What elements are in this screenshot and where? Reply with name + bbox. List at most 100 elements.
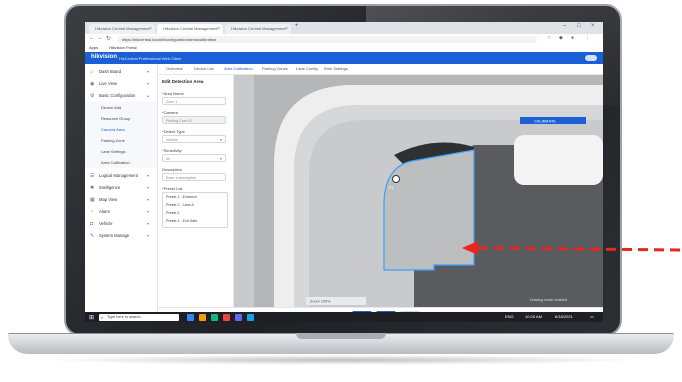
detect-type-select[interactable]: Vehicle ▾ (162, 135, 226, 143)
field-label: *Area Name (162, 91, 184, 96)
edge-icon[interactable] (247, 313, 254, 321)
sidebar-item-alarm[interactable]: ◔ Alarm ▾ (85, 206, 157, 218)
tab-lane-config[interactable]: Lane Config (296, 64, 318, 74)
detect-type-value: Vehicle (166, 138, 178, 142)
browser-tab[interactable]: Hikvision Central Management × (89, 24, 155, 34)
notification-icon[interactable]: ▭ (590, 314, 594, 319)
laptop-screen: Hikvision Central Management × Hikvision… (85, 22, 603, 322)
area-name-input[interactable]: Zone 1 (162, 97, 226, 105)
back-icon[interactable]: ← (89, 35, 95, 41)
close-icon[interactable]: × (149, 24, 152, 34)
calibrate-badge-label: CALIBRATE (534, 119, 556, 124)
detection-area-outline (383, 149, 475, 271)
list-item[interactable]: Preset 3 (166, 211, 179, 215)
tray-time[interactable]: 10:25 AM (525, 314, 542, 319)
browser-tab-label: Hikvision Central Management (231, 26, 286, 31)
wrench-icon: ✎ (90, 233, 95, 239)
tab-device-list[interactable]: Device List (194, 64, 214, 74)
bookmarks-bar: Apps Hikvision Portal (85, 44, 603, 52)
list-item[interactable]: Preset 1 - Entrance (166, 195, 197, 199)
tab-parking-zones[interactable]: Parking Zones (262, 64, 288, 74)
taskbar-search[interactable]: ⌕ Type here to search (99, 313, 179, 321)
sidebar-item-map-view[interactable]: ▦ Map View ▾ (85, 194, 157, 206)
browser-tab-bar: Hikvision Central Management × Hikvision… (85, 22, 603, 34)
tab-area-calibration[interactable]: Area Calibration (224, 64, 253, 74)
bookmark-portal[interactable]: Hikvision Portal (109, 44, 137, 52)
browser-tab[interactable]: Hikvision Central Management × (225, 24, 291, 34)
app-subtitle: HikCentral Professional Web Client (119, 55, 182, 61)
sidebar-subitem-resource-group[interactable]: Resource Group (85, 113, 157, 124)
app-logo[interactable]: hikvision (91, 54, 117, 60)
search-icon: ⌕ (101, 314, 104, 320)
field-label-text: Area Name (163, 91, 184, 96)
sidebar-item-intelligence[interactable]: ✱ Intelligence ▾ (85, 182, 157, 194)
sidebar-item-label: Basic Configuration (99, 93, 136, 98)
extension-icon[interactable]: ◆ (559, 35, 563, 41)
browser-tab-label: Hikvision Central Management (95, 26, 150, 31)
maximize-icon[interactable]: □ (577, 23, 581, 29)
browser-tab-active[interactable]: Hikvision Central Management × (157, 24, 223, 34)
tray-lang[interactable]: ENG (505, 314, 514, 319)
field-label: *Sensitivity (162, 148, 182, 153)
camera-input: Parking Cam 03 (162, 116, 226, 124)
field-label-text: Sensitivity (163, 148, 182, 153)
app-header: hikvision HikCentral Professional Web Cl… (85, 52, 603, 64)
sidebar-subitem-device-add[interactable]: Device Add (85, 102, 157, 113)
calibration-point-label: P1 (389, 185, 395, 190)
minimize-icon[interactable]: – (563, 23, 566, 29)
menu-icon[interactable]: ⋮ (585, 35, 590, 41)
brain-icon: ✱ (90, 185, 95, 191)
sidebar-item-label: Alarm (99, 209, 110, 214)
field-label: *Camera (162, 110, 178, 115)
home-icon: ⌂ (90, 69, 94, 75)
taskbar-search-placeholder: Type here to search (107, 314, 141, 319)
description-input[interactable]: Enter a description (162, 173, 226, 181)
reload-icon[interactable]: ↻ (106, 35, 111, 42)
task-view-icon[interactable] (187, 313, 194, 321)
sidebar-item-live-view[interactable]: ◉ Live View ▾ (85, 78, 157, 90)
url-input[interactable]: https://hikcentral.local/#/configuration… (117, 35, 537, 43)
tray-date[interactable]: 6/18/2021 (555, 314, 573, 319)
close-icon[interactable]: × (285, 24, 288, 34)
sidebar-item-logical-management[interactable]: ☰ Logical Management ▾ (85, 170, 157, 182)
close-icon[interactable]: × (217, 24, 220, 34)
sidebar-subitem-camera-area[interactable]: Camera Area (85, 124, 157, 135)
user-menu[interactable] (585, 55, 597, 61)
windows-start-icon[interactable]: ⊞ (89, 314, 94, 321)
tab-rule-settings[interactable]: Rule Settings (324, 64, 348, 74)
window-close-icon[interactable]: × (591, 23, 595, 29)
chevron-down-icon: ▾ (146, 233, 149, 238)
sidebar-subitem-parking-zone[interactable]: Parking Zone (85, 135, 157, 146)
sidebar-item-system-manage[interactable]: ✎ System Manage ▾ (85, 230, 157, 242)
sidebar-subitem-area-calibration[interactable]: Area Calibration (85, 157, 157, 168)
mail-icon[interactable] (235, 313, 242, 321)
bookmark-apps[interactable]: Apps (89, 44, 98, 52)
sensitivity-select[interactable]: 50 ▾ (162, 154, 226, 162)
sidebar-item-basic-configuration[interactable]: ⚙ Basic Configuration ▴ (85, 90, 157, 102)
browser-app-icon[interactable] (223, 313, 230, 321)
file-explorer-icon[interactable] (199, 313, 206, 321)
sidebar-item-label: System Manage (99, 233, 130, 238)
sidebar-item-dashboard[interactable]: ⌂ Dash Board ▾ (85, 66, 157, 78)
preset-list[interactable]: Preset 1 - Entrance Preset 2 - Lane A Pr… (162, 192, 228, 228)
chevron-down-icon: ▾ (146, 209, 149, 214)
chevron-down-icon: ▾ (146, 197, 149, 202)
sidebar-item-vehicle[interactable]: ◘ Vehicle ▾ (85, 218, 157, 230)
sidebar-subitem-lane-settings[interactable]: Lane Settings (85, 146, 157, 157)
tab-overview[interactable]: Overview (166, 64, 183, 74)
camera-canvas[interactable]: P1 CALIBRATE Zoom 100% Drawing mode enab… (234, 75, 603, 307)
new-tab-icon[interactable]: + (295, 23, 299, 29)
list-item[interactable]: Preset 2 - Lane A (166, 203, 194, 207)
car-icon: ◘ (90, 221, 94, 227)
store-icon[interactable] (211, 313, 218, 321)
profile-icon[interactable]: ● (571, 35, 574, 41)
sidebar-item-label: Live View (99, 81, 117, 86)
sidebar-item-label: Dash Board (99, 69, 122, 74)
chevron-down-icon: ▾ (146, 173, 149, 178)
list-item[interactable]: Preset 4 - Exit Gate (166, 219, 197, 223)
chevron-down-icon: ▾ (146, 185, 149, 190)
star-icon[interactable]: ☆ (547, 35, 551, 41)
calibration-point[interactable] (392, 175, 400, 183)
forward-icon[interactable]: → (97, 35, 103, 41)
gear-icon: ⚙ (90, 93, 95, 99)
